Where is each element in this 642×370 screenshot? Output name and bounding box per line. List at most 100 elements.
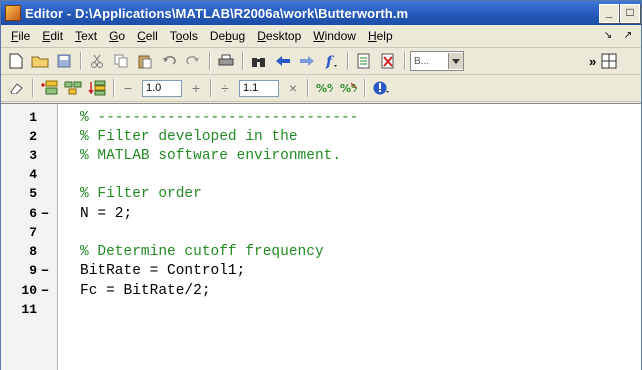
breakpoint-marker[interactable]: – <box>37 283 53 299</box>
scale-value-field[interactable]: 1.1 <box>239 79 279 97</box>
menu-item[interactable]: File <box>5 29 36 43</box>
redo-icon[interactable] <box>182 50 204 72</box>
code-text[interactable]: N = 2; <box>80 206 132 222</box>
menu-label-part: indow <box>324 29 356 43</box>
menu-item[interactable]: Edit <box>36 29 69 43</box>
code-line[interactable]: 4 <box>1 165 641 184</box>
svg-text:f: f <box>325 54 335 69</box>
evaluate-cell-icon[interactable] <box>38 77 60 99</box>
new-file-icon[interactable] <box>5 50 27 72</box>
go-forward-icon[interactable] <box>296 50 318 72</box>
menu-item[interactable]: Text <box>69 29 103 43</box>
line-number: 6 <box>29 206 37 221</box>
line-number: 3 <box>29 148 37 163</box>
clear-breakpoints-icon[interactable] <box>377 50 399 72</box>
code-line[interactable]: 8 % Determine cutoff frequency <box>1 242 641 261</box>
paste-icon[interactable] <box>134 50 156 72</box>
editor-window: Editor - D:\Applications\MATLAB\R2006a\w… <box>0 0 642 370</box>
toolbar-separator <box>404 52 405 70</box>
menu-mnemonic: C <box>137 29 146 43</box>
title-bar[interactable]: Editor - D:\Applications\MATLAB\R2006a\w… <box>1 1 641 25</box>
undo-icon[interactable] <box>158 50 180 72</box>
dock-controls: ↘ ↗ <box>599 28 637 43</box>
code-text[interactable]: % Determine cutoff frequency <box>80 244 324 260</box>
print-icon[interactable] <box>215 50 237 72</box>
menu-mnemonic: D <box>257 29 266 43</box>
menu-item[interactable]: Cell <box>131 29 164 43</box>
decrement-button[interactable]: − <box>119 80 137 96</box>
toolbar-separator <box>210 79 211 97</box>
breakpoint-marker[interactable]: – <box>37 206 53 222</box>
find-icon[interactable] <box>248 50 270 72</box>
code-text[interactable]: % Filter order <box>80 186 202 202</box>
function-icon[interactable]: f <box>320 50 342 72</box>
open-folder-icon[interactable] <box>29 50 51 72</box>
toolbar-separator <box>32 79 33 97</box>
menu-label-part: ile <box>18 29 31 43</box>
matlab-editor-icon <box>5 5 21 21</box>
cell-toolbar: − 1.0 + ÷ 1.1 × %% %% <box>1 75 641 102</box>
svg-text:%%: %% <box>340 82 357 95</box>
code-text[interactable]: % MATLAB software environment. <box>80 148 341 164</box>
code-text[interactable]: Fc = BitRate/2; <box>80 283 211 299</box>
line-number: 5 <box>29 186 37 201</box>
increment-button[interactable]: + <box>187 80 205 96</box>
code-line[interactable]: 10– Fc = BitRate/2; <box>1 281 641 300</box>
toolbar-overflow-button[interactable]: » <box>589 54 596 69</box>
stack-selector[interactable]: B... <box>410 51 464 71</box>
undock-button[interactable]: ↗ <box>619 28 637 43</box>
code-text[interactable]: % Filter developed in the <box>80 129 298 145</box>
code-editor[interactable]: 1 % ------------------------------ 2 % Filt… <box>1 103 641 370</box>
dock-button[interactable]: ↘ <box>599 28 617 43</box>
toolbar-separator <box>307 79 308 97</box>
menu-label-part: ols <box>182 29 198 43</box>
main-toolbar: f B... » <box>1 48 641 75</box>
code-text[interactable]: % ------------------------------ <box>80 110 358 126</box>
multiply-button[interactable]: × <box>284 80 302 96</box>
chevron-down-icon[interactable] <box>448 53 463 69</box>
menu-label-part: ell <box>145 29 158 43</box>
breakpoint-marker[interactable]: – <box>37 263 53 279</box>
evaluate-file-icon[interactable] <box>86 77 108 99</box>
toolbar-separator <box>80 52 81 70</box>
menu-item[interactable]: Tools <box>164 29 204 43</box>
menu-item[interactable]: Go <box>103 29 131 43</box>
menu-item[interactable]: Help <box>362 29 399 43</box>
layout-grid-icon[interactable] <box>598 50 620 72</box>
line-number: 8 <box>29 244 37 259</box>
cut-icon[interactable] <box>86 50 108 72</box>
evaluate-and-advance-icon[interactable] <box>62 77 84 99</box>
set-breakpoint-icon[interactable] <box>353 50 375 72</box>
menu-label-part: o <box>118 29 126 43</box>
code-line[interactable]: 2 % Filter developed in the <box>1 127 641 146</box>
go-back-icon[interactable] <box>272 50 294 72</box>
insert-cell-divider-icon[interactable]: %% <box>313 77 335 99</box>
code-line[interactable]: 1 % ------------------------------ <box>1 108 641 127</box>
menu-item[interactable]: Desktop <box>251 29 307 43</box>
cell-info-icon[interactable] <box>370 77 392 99</box>
eraser-icon[interactable] <box>5 77 27 99</box>
maximize-button[interactable]: □ <box>620 4 640 23</box>
window-title: Editor - D:\Applications\MATLAB\R2006a\w… <box>25 5 409 21</box>
save-icon[interactable] <box>53 50 75 72</box>
divide-button[interactable]: ÷ <box>216 80 234 96</box>
code-line[interactable]: 9– BitRate = Control1; <box>1 261 641 280</box>
toolbar-separator <box>209 52 210 70</box>
menu-item[interactable]: Debug <box>204 29 251 43</box>
code-text[interactable]: BitRate = Control1; <box>80 263 245 279</box>
code-line[interactable]: 7 <box>1 223 641 242</box>
toolbar-separator <box>347 52 348 70</box>
svg-text:%%: %% <box>316 82 333 95</box>
menu-label-part: De <box>209 29 226 43</box>
code-line[interactable]: 6– N = 2; <box>1 204 641 223</box>
line-number: 2 <box>29 129 37 144</box>
menu-item[interactable]: Window <box>307 29 362 43</box>
remove-cell-divider-icon[interactable]: %% <box>337 77 359 99</box>
increment-value-field[interactable]: 1.0 <box>142 79 182 97</box>
code-line[interactable]: 5 % Filter order <box>1 184 641 203</box>
toolbar-separator <box>113 79 114 97</box>
minimize-button[interactable]: _ <box>599 4 619 23</box>
code-line[interactable]: 3 % MATLAB software environment. <box>1 146 641 165</box>
code-line[interactable]: 11 <box>1 300 641 319</box>
copy-icon[interactable] <box>110 50 132 72</box>
